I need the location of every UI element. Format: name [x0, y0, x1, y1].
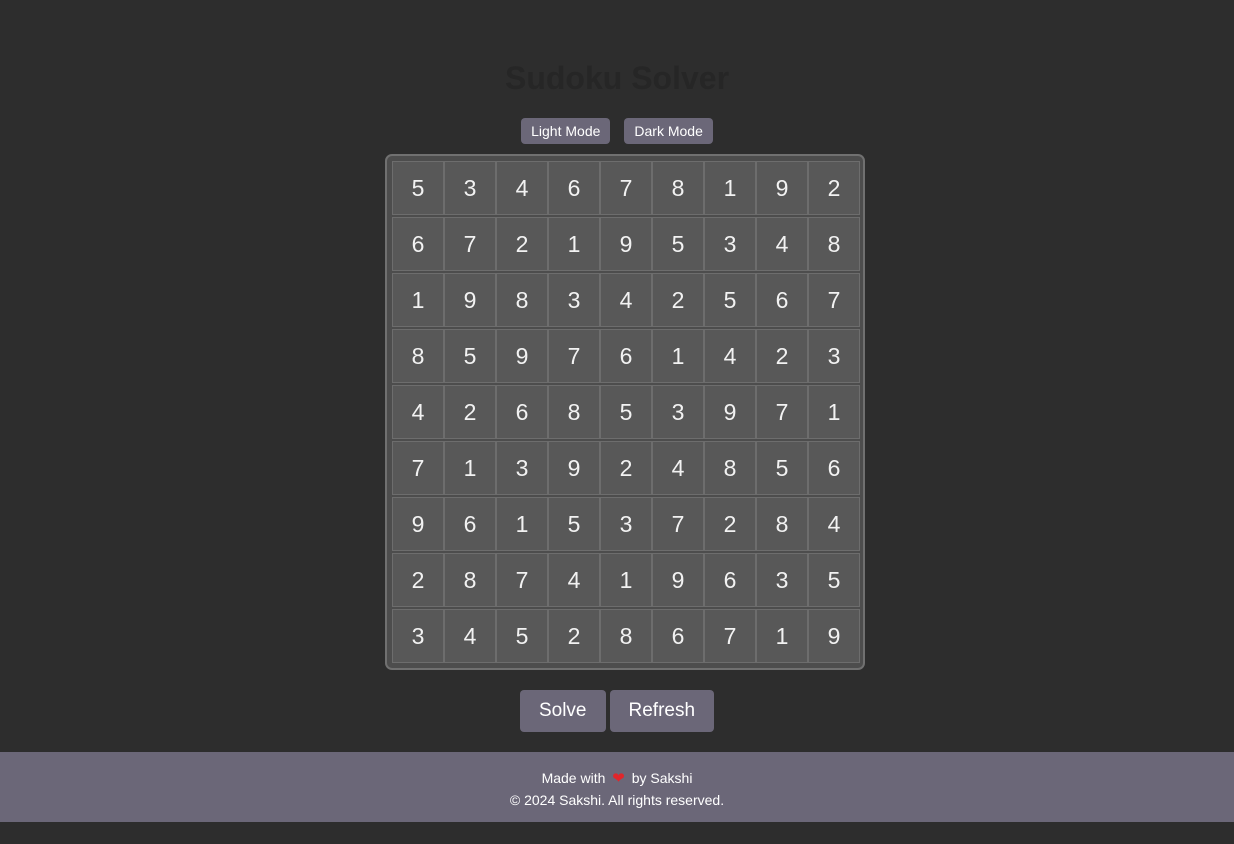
sudoku-cell[interactable]: 2	[756, 329, 808, 383]
sudoku-cell[interactable]: 9	[704, 385, 756, 439]
sudoku-cell[interactable]: 4	[444, 609, 496, 663]
sudoku-board: 5346781926721953481983425678597614234268…	[385, 154, 865, 670]
sudoku-cell[interactable]: 2	[704, 497, 756, 551]
sudoku-cell[interactable]: 8	[444, 553, 496, 607]
sudoku-cell[interactable]: 1	[808, 385, 860, 439]
refresh-button[interactable]: Refresh	[609, 690, 715, 732]
sudoku-cell[interactable]: 6	[652, 609, 704, 663]
sudoku-cell[interactable]: 3	[392, 609, 444, 663]
sudoku-cell[interactable]: 6	[392, 217, 444, 271]
sudoku-cell[interactable]: 1	[392, 273, 444, 327]
dark-mode-button[interactable]: Dark Mode	[624, 118, 713, 144]
sudoku-cell[interactable]: 5	[600, 385, 652, 439]
sudoku-cell[interactable]: 3	[704, 217, 756, 271]
sudoku-cell[interactable]: 2	[652, 273, 704, 327]
footer-author: by Sakshi	[631, 770, 693, 786]
sudoku-cell[interactable]: 8	[600, 609, 652, 663]
light-mode-button[interactable]: Light Mode	[521, 118, 611, 144]
sudoku-cell[interactable]: 5	[548, 497, 600, 551]
sudoku-cell[interactable]: 2	[600, 441, 652, 495]
sudoku-cell[interactable]: 7	[548, 329, 600, 383]
sudoku-cell[interactable]: 2	[444, 385, 496, 439]
sudoku-cell[interactable]: 6	[756, 273, 808, 327]
sudoku-cell[interactable]: 9	[444, 273, 496, 327]
sudoku-cell[interactable]: 1	[496, 497, 548, 551]
sudoku-cell[interactable]: 9	[496, 329, 548, 383]
footer: Made with ❤ by Sakshi © 2024 Sakshi. All…	[0, 752, 1234, 822]
sudoku-cell[interactable]: 1	[548, 217, 600, 271]
sudoku-cell[interactable]: 6	[808, 441, 860, 495]
sudoku-cell[interactable]: 5	[392, 161, 444, 215]
sudoku-cell[interactable]: 1	[600, 553, 652, 607]
sudoku-cell[interactable]: 1	[756, 609, 808, 663]
sudoku-cell[interactable]: 3	[756, 553, 808, 607]
footer-made-with: Made with	[541, 770, 606, 786]
sudoku-cell[interactable]: 7	[496, 553, 548, 607]
sudoku-cell[interactable]: 9	[548, 441, 600, 495]
sudoku-cell[interactable]: 4	[496, 161, 548, 215]
sudoku-cell[interactable]: 4	[756, 217, 808, 271]
sudoku-cell[interactable]: 6	[548, 161, 600, 215]
sudoku-cell[interactable]: 7	[704, 609, 756, 663]
sudoku-cell[interactable]: 1	[444, 441, 496, 495]
sudoku-cell[interactable]: 7	[600, 161, 652, 215]
sudoku-cell[interactable]: 3	[808, 329, 860, 383]
sudoku-cell[interactable]: 3	[444, 161, 496, 215]
sudoku-cell[interactable]: 9	[600, 217, 652, 271]
sudoku-cell[interactable]: 2	[392, 553, 444, 607]
sudoku-cell[interactable]: 2	[496, 217, 548, 271]
sudoku-cell[interactable]: 5	[756, 441, 808, 495]
sudoku-cell[interactable]: 8	[652, 161, 704, 215]
sudoku-cell[interactable]: 3	[600, 497, 652, 551]
sudoku-cell[interactable]: 7	[392, 441, 444, 495]
sudoku-cell[interactable]: 7	[652, 497, 704, 551]
sudoku-cell[interactable]: 6	[444, 497, 496, 551]
sudoku-cell[interactable]: 8	[756, 497, 808, 551]
footer-copyright: © 2024 Sakshi. All rights reserved.	[509, 792, 725, 808]
sudoku-cell[interactable]: 8	[392, 329, 444, 383]
sudoku-cell[interactable]: 4	[548, 553, 600, 607]
sudoku-cell[interactable]: 3	[496, 441, 548, 495]
sudoku-cell[interactable]: 2	[548, 609, 600, 663]
sudoku-cell[interactable]: 5	[652, 217, 704, 271]
sudoku-cell[interactable]: 5	[444, 329, 496, 383]
action-buttons: Solve Refresh	[0, 690, 1234, 732]
solve-button[interactable]: Solve	[519, 690, 606, 732]
heart-icon: ❤	[612, 770, 625, 787]
sudoku-cell[interactable]: 3	[548, 273, 600, 327]
sudoku-cell[interactable]: 1	[704, 161, 756, 215]
sudoku-cell[interactable]: 7	[444, 217, 496, 271]
sudoku-cell[interactable]: 4	[392, 385, 444, 439]
footer-credit: Made with ❤ by Sakshi	[0, 769, 1234, 788]
sudoku-cell[interactable]: 6	[704, 553, 756, 607]
sudoku-cell[interactable]: 4	[600, 273, 652, 327]
theme-toggle-group: Light Mode Dark Mode	[0, 118, 1234, 144]
sudoku-cell[interactable]: 7	[808, 273, 860, 327]
sudoku-cell[interactable]: 4	[704, 329, 756, 383]
sudoku-cell[interactable]: 2	[808, 161, 860, 215]
sudoku-cell[interactable]: 1	[652, 329, 704, 383]
sudoku-cell[interactable]: 9	[756, 161, 808, 215]
sudoku-cell[interactable]: 8	[704, 441, 756, 495]
sudoku-cell[interactable]: 9	[808, 609, 860, 663]
sudoku-cell[interactable]: 8	[548, 385, 600, 439]
sudoku-cell[interactable]: 5	[808, 553, 860, 607]
sudoku-cell[interactable]: 6	[600, 329, 652, 383]
sudoku-cell[interactable]: 4	[652, 441, 704, 495]
sudoku-cell[interactable]: 7	[756, 385, 808, 439]
sudoku-cell[interactable]: 8	[496, 273, 548, 327]
sudoku-cell[interactable]: 5	[496, 609, 548, 663]
sudoku-cell[interactable]: 3	[652, 385, 704, 439]
page-title: Sudoku Solver	[504, 60, 730, 96]
sudoku-cell[interactable]: 6	[496, 385, 548, 439]
sudoku-cell[interactable]: 9	[392, 497, 444, 551]
sudoku-cell[interactable]: 5	[704, 273, 756, 327]
sudoku-cell[interactable]: 9	[652, 553, 704, 607]
sudoku-cell[interactable]: 8	[808, 217, 860, 271]
sudoku-cell[interactable]: 4	[808, 497, 860, 551]
